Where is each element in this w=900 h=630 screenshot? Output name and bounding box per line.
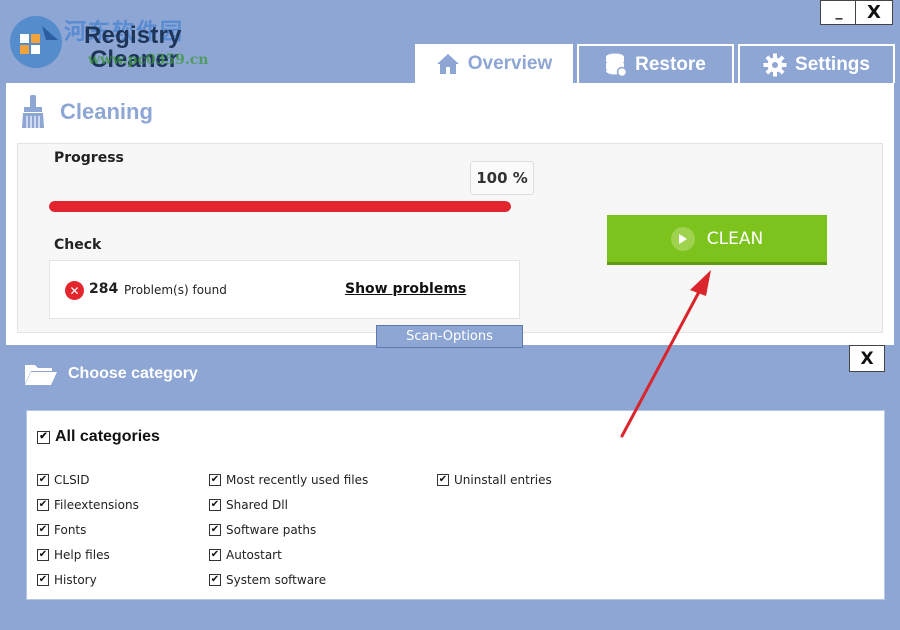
category-label: System software xyxy=(226,573,327,587)
all-categories-checkbox[interactable]: ✔ All categories xyxy=(37,428,160,446)
watermark-url: www.pc0359.cn xyxy=(88,52,209,68)
check-result-box: ✕ 284 Problem(s) found Show problems xyxy=(49,260,520,319)
folder-open-icon xyxy=(25,365,57,385)
checkbox-mark: ✔ xyxy=(37,524,49,536)
checkbox-mark: ✔ xyxy=(437,474,449,486)
category-title: Choose category xyxy=(68,365,198,382)
checkbox-mark: ✔ xyxy=(209,574,221,586)
checkbox-mark: ✔ xyxy=(37,430,50,444)
database-icon xyxy=(606,53,628,77)
gear-icon xyxy=(763,53,787,76)
category-checkbox[interactable]: ✔ System software xyxy=(209,573,326,587)
category-label: Shared Dll xyxy=(226,498,288,512)
tab-restore-label: Restore xyxy=(635,53,706,75)
app-logo: 河东软件园 Registry Cleaner www.pc0359.cn xyxy=(4,8,219,76)
category-checkbox[interactable]: ✔ Autostart xyxy=(209,548,282,562)
close-categories-button[interactable]: X xyxy=(849,345,885,372)
category-checkbox[interactable]: ✔ Uninstall entries xyxy=(437,473,552,487)
checkbox-mark: ✔ xyxy=(37,499,49,511)
category-checkbox[interactable]: ✔ CLSID xyxy=(37,473,89,487)
error-icon: ✕ xyxy=(65,281,84,300)
all-categories-label: All categories xyxy=(55,428,160,445)
category-checkbox[interactable]: ✔ History xyxy=(37,573,97,587)
cleaning-title: Cleaning xyxy=(60,99,153,124)
category-label: History xyxy=(54,573,97,587)
scan-options-toggle[interactable]: Scan-Options xyxy=(376,325,523,348)
progress-label: Progress xyxy=(54,150,124,166)
registry-logo-icon xyxy=(10,16,62,68)
minimize-button[interactable]: _ xyxy=(820,0,858,25)
category-panel: ✔ All categories ✔ CLSID ✔ Fileextensions ✔ F… xyxy=(26,410,885,600)
checkbox-mark: ✔ xyxy=(209,499,221,511)
progress-fill xyxy=(49,201,511,212)
category-checkbox[interactable]: ✔ Fileextensions xyxy=(37,498,139,512)
category-label: Fileextensions xyxy=(54,498,139,512)
category-checkbox[interactable]: ✔ Most recently used files xyxy=(209,473,368,487)
category-label: Fonts xyxy=(54,523,87,537)
checkbox-mark: ✔ xyxy=(209,524,221,536)
overview-panel: Cleaning Progress 100 % Check ✕ 284 Prob… xyxy=(6,83,894,345)
tab-settings-label: Settings xyxy=(795,53,870,75)
checkbox-mark: ✔ xyxy=(209,549,221,561)
cleaning-box: Progress 100 % Check ✕ 284 Problem(s) fo… xyxy=(17,143,883,333)
cleaning-header: Cleaning xyxy=(20,95,153,129)
category-label: Uninstall entries xyxy=(454,473,552,487)
close-button[interactable]: X xyxy=(855,0,893,25)
progress-percent: 100 % xyxy=(470,161,534,195)
broom-icon xyxy=(22,95,44,128)
progress-bar xyxy=(49,201,511,212)
category-checkbox[interactable]: ✔ Shared Dll xyxy=(209,498,288,512)
play-icon xyxy=(670,226,695,251)
checkbox-mark: ✔ xyxy=(37,574,49,586)
checkbox-mark: ✔ xyxy=(37,474,49,486)
home-icon xyxy=(436,54,459,74)
checkbox-mark: ✔ xyxy=(37,549,49,561)
category-label: Autostart xyxy=(226,548,282,562)
problem-count: 284 xyxy=(89,281,119,297)
tab-settings[interactable]: Settings xyxy=(738,44,895,83)
check-label: Check xyxy=(54,237,102,253)
category-checkbox[interactable]: ✔ Fonts xyxy=(37,523,86,537)
tab-restore[interactable]: Restore xyxy=(577,44,734,83)
tab-overview[interactable]: Overview xyxy=(415,44,573,84)
clean-button-label: CLEAN xyxy=(706,228,764,249)
problems-found-text: Problem(s) found xyxy=(124,283,227,297)
show-problems-link[interactable]: Show problems xyxy=(345,281,466,297)
tab-overview-label: Overview xyxy=(467,53,553,74)
clean-button[interactable]: CLEAN xyxy=(607,215,827,265)
category-label: Help files xyxy=(54,548,110,562)
category-label: CLSID xyxy=(54,473,90,487)
category-checkbox[interactable]: ✔ Help files xyxy=(37,548,110,562)
category-header: Choose category xyxy=(24,362,198,386)
category-label: Software paths xyxy=(226,523,317,537)
checkbox-mark: ✔ xyxy=(209,474,221,486)
category-checkbox[interactable]: ✔ Software paths xyxy=(209,523,316,537)
category-label: Most recently used files xyxy=(226,473,369,487)
